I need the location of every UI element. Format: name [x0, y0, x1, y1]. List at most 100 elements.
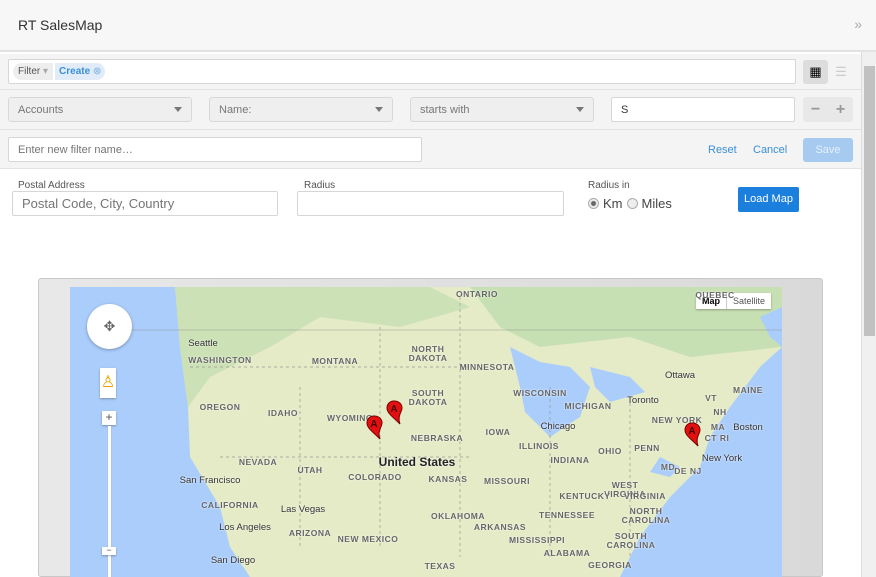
map-region-label: ILLINOIS: [519, 441, 559, 451]
map-region-label: IDAHO: [268, 408, 298, 418]
map-city-label: Chicago: [540, 421, 576, 432]
map-region-label: IOWA: [485, 427, 511, 437]
map-region-label: COLORADO: [348, 472, 402, 482]
operator-value: starts with: [420, 103, 470, 116]
close-icon[interactable]: ⊗: [93, 66, 101, 77]
map-canvas[interactable]: ✥ ♙ + − Map Satellite WASHINGTON MONTANA N…: [70, 287, 782, 577]
value-input[interactable]: S: [611, 97, 795, 122]
map-city-label: Los Angeles: [219, 522, 271, 533]
double-chevron-right-icon[interactable]: »: [854, 16, 862, 32]
map-region-label: KENTUCKY: [559, 491, 611, 501]
reset-link[interactable]: Reset: [708, 144, 737, 156]
remove-row-button[interactable]: −: [811, 101, 820, 119]
field-select[interactable]: Name:: [209, 97, 393, 122]
pan-control[interactable]: ✥: [87, 304, 132, 349]
map-region-label: ARIZONA: [288, 528, 332, 538]
value-text: S: [621, 103, 629, 116]
filter-name-input[interactable]: [8, 137, 422, 162]
map-region-label: NEW MEXICO: [337, 534, 399, 544]
filter-chip[interactable]: Create ⊗: [55, 63, 106, 80]
svg-text:A: A: [390, 404, 397, 415]
map-region-label: VT: [705, 393, 717, 403]
map-region-label: TENNESSEE: [539, 510, 595, 520]
miles-radio[interactable]: [626, 198, 638, 209]
map-region-label: TEXAS: [424, 561, 456, 571]
app-title: RT SalesMap: [18, 17, 103, 33]
km-label: Km: [603, 196, 623, 211]
add-row-button[interactable]: +: [836, 101, 845, 119]
field-value: Name:: [219, 103, 252, 116]
map-terrain: [130, 287, 782, 577]
module-select[interactable]: Accounts: [8, 97, 192, 122]
map-region-label: SOUTH DAKOTA: [408, 388, 448, 407]
map-region-label: NEBRASKA: [410, 433, 464, 443]
radius-label: Radius: [304, 180, 336, 191]
criteria-row: Accounts Name: starts with S − +: [0, 90, 861, 130]
filter-dropdown[interactable]: Filter ▾: [13, 63, 54, 80]
map-marker[interactable]: A: [684, 422, 701, 447]
app-header: RT SalesMap »: [0, 0, 876, 52]
pegman-icon[interactable]: ♙: [100, 368, 116, 398]
map-city-label: Ottawa: [664, 370, 696, 381]
load-map-button[interactable]: Load Map: [738, 187, 799, 212]
map-region-label: INDIANA: [550, 455, 590, 465]
operator-select[interactable]: starts with: [410, 97, 594, 122]
map-region-label: WISCONSIN: [513, 388, 567, 398]
map-region-label: ONTARIO: [455, 289, 499, 299]
map-region-label: MA: [710, 422, 726, 432]
map-region-label: NORTH CAROLINA: [621, 506, 671, 525]
module-value: Accounts: [18, 103, 64, 116]
map-region-label: OKLAHOMA: [430, 511, 486, 521]
postal-input[interactable]: [12, 191, 278, 216]
svg-text:A: A: [370, 419, 377, 430]
svg-text:A: A: [688, 426, 695, 437]
list-icon[interactable]: ☰: [829, 60, 853, 84]
filter-input[interactable]: Filter ▾ Create ⊗: [8, 59, 796, 84]
map-city-label: Toronto: [627, 395, 659, 406]
radius-input[interactable]: [297, 191, 564, 216]
map-city-label: Las Vegas: [280, 504, 326, 515]
filter-label: Filter: [18, 66, 41, 77]
map-marker[interactable]: A: [386, 400, 403, 425]
miles-label: Miles: [641, 196, 672, 211]
map-region-label: MD: [660, 462, 676, 472]
map-region-label: OHIO: [598, 446, 622, 456]
map-region-label: NORTH DAKOTA: [408, 344, 448, 363]
scrollbar[interactable]: [861, 52, 876, 577]
map-region-label: MONTANA: [311, 356, 359, 366]
map-marker[interactable]: A: [366, 415, 383, 440]
map-region-label: ALABAMA: [543, 548, 591, 558]
map-region-label: MAINE: [733, 385, 763, 395]
map-region-label: CT RI: [704, 433, 730, 443]
map-region-label: QUEBEC: [695, 290, 735, 300]
map-region-label: CALIFORNIA: [201, 500, 259, 510]
map-region-label: DE NJ: [674, 466, 702, 476]
map-region-label: MICHIGAN: [564, 401, 612, 411]
km-radio[interactable]: [588, 198, 599, 209]
map-city-label: New York: [701, 453, 743, 464]
map-region-label: ARKANSAS: [473, 522, 527, 532]
scrollbar-thumb[interactable]: [864, 66, 875, 336]
filter-bar: Filter ▾ Create ⊗ ▦ ☰: [0, 54, 861, 90]
map-region-label: GEORGIA: [588, 560, 632, 570]
zoom-slider-handle[interactable]: −: [102, 546, 116, 555]
map-region-label: MISSOURI: [483, 476, 531, 486]
map-region-label: UTAH: [297, 465, 323, 475]
map-country-label: United States: [378, 455, 456, 469]
map-region-label: MINNESOTA: [459, 362, 515, 372]
map-city-label: Boston: [733, 422, 763, 433]
map-city-label: San Diego: [210, 555, 256, 566]
map-region-label: KANSAS: [428, 474, 468, 484]
save-button[interactable]: Save: [803, 138, 853, 162]
map-region-label: NEVADA: [238, 457, 278, 467]
cancel-link[interactable]: Cancel: [753, 144, 787, 156]
radius-unit-label: Radius in: [588, 180, 630, 191]
map-city-label: San Francisco: [179, 475, 241, 486]
map-region-label: PENN: [634, 443, 660, 453]
map-city-label: Seattle: [188, 338, 218, 349]
map-region-label: MISSISSIPPI: [508, 535, 566, 545]
grid-icon[interactable]: ▦: [803, 60, 828, 84]
zoom-in-button[interactable]: +: [102, 411, 116, 425]
chip-label: Create: [59, 66, 91, 77]
map-region-label: WASHINGTON: [188, 355, 252, 365]
